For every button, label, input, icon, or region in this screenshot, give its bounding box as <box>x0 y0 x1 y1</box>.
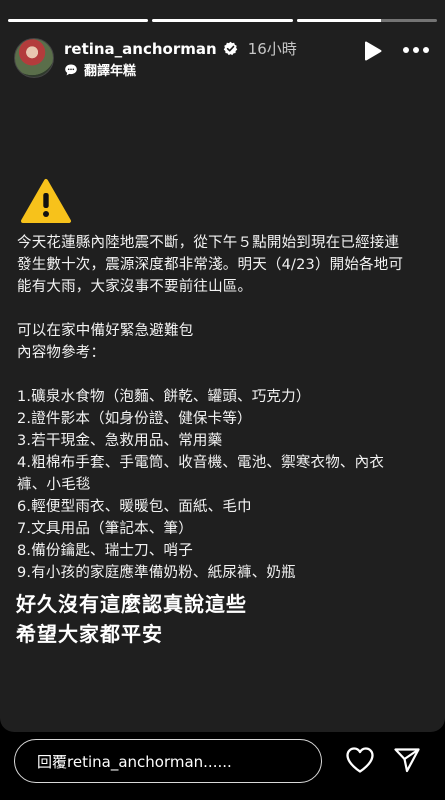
story-header: retina_anchorman 16小時 翻譯年糕 <box>14 36 435 80</box>
progress-segment <box>152 19 293 22</box>
list-item: 6.輕便型雨衣、暖暖包、面紙、毛巾 <box>17 499 252 515</box>
intro-line: 今天花蓮縣內陸地震不斷，從下午５點開始到現在已經接連 <box>17 235 400 251</box>
story-headline: 好久沒有這麼認真說這些 希望大家都平安 <box>16 589 247 649</box>
intro-line: 能有大雨，大家沒事不要前往山區。 <box>17 279 253 295</box>
reply-input[interactable]: 回覆retina_anchorman...... <box>14 739 322 783</box>
play-icon[interactable] <box>363 40 383 62</box>
intro-line: 發生數十次，震源深度都非常淺。明天（4/23）開始各地可 <box>17 257 404 273</box>
translation-row[interactable]: 翻譯年糕 <box>64 60 136 79</box>
progress-segment <box>8 19 149 22</box>
progress-fill <box>296 19 381 22</box>
headline-line: 好久沒有這麼認真說這些 <box>16 592 247 616</box>
list-item: 9.有小孩的家庭應準備奶粉、紙尿褲、奶瓶 <box>17 565 296 581</box>
translation-label: 翻譯年糕 <box>84 64 137 79</box>
heart-icon[interactable] <box>345 746 375 774</box>
progress-segment <box>296 19 437 22</box>
username[interactable]: retina_anchorman <box>64 40 217 58</box>
list-item: 2.證件影本（如身份證、健保卡等） <box>17 411 252 427</box>
progress-fill <box>8 19 149 22</box>
progress-fill <box>152 19 293 22</box>
list-item: 3.若干現金、急救用品、常用藥 <box>17 433 223 449</box>
list-item: 4.粗棉布手套、手電筒、收音機、電池、禦寒衣物、內衣 <box>17 455 385 471</box>
list-item: 褲、小毛毯 <box>17 477 91 493</box>
post-time: 16小時 <box>247 40 297 58</box>
verified-badge-icon <box>223 41 237 56</box>
prep-line: 內容物參考： <box>17 345 106 361</box>
headline-line: 希望大家都平安 <box>16 622 163 646</box>
translate-bubble-icon <box>65 64 77 75</box>
send-icon[interactable] <box>393 746 421 774</box>
story-progress <box>8 19 437 22</box>
prep-line: 可以在家中備好緊急避難包 <box>17 323 194 339</box>
story-frame[interactable]: retina_anchorman 16小時 翻譯年糕 今天花蓮縣內陸地震不斷，從… <box>0 0 445 732</box>
list-item: 1.礦泉水食物（泡麵、餅乾、罐頭、巧克力） <box>17 389 311 405</box>
more-icon[interactable] <box>403 46 429 54</box>
reply-placeholder: 回覆retina_anchorman...... <box>37 752 232 771</box>
warning-icon <box>21 179 71 223</box>
avatar[interactable] <box>14 38 54 78</box>
list-item: 7.文具用品（筆記本、筆） <box>17 521 193 537</box>
user-row: retina_anchorman 16小時 <box>64 38 297 59</box>
list-item: 8.備份鑰匙、瑞士刀、哨子 <box>17 543 193 559</box>
story-text: 今天花蓮縣內陸地震不斷，從下午５點開始到現在已經接連 發生數十次，震源深度都非常… <box>17 232 427 584</box>
